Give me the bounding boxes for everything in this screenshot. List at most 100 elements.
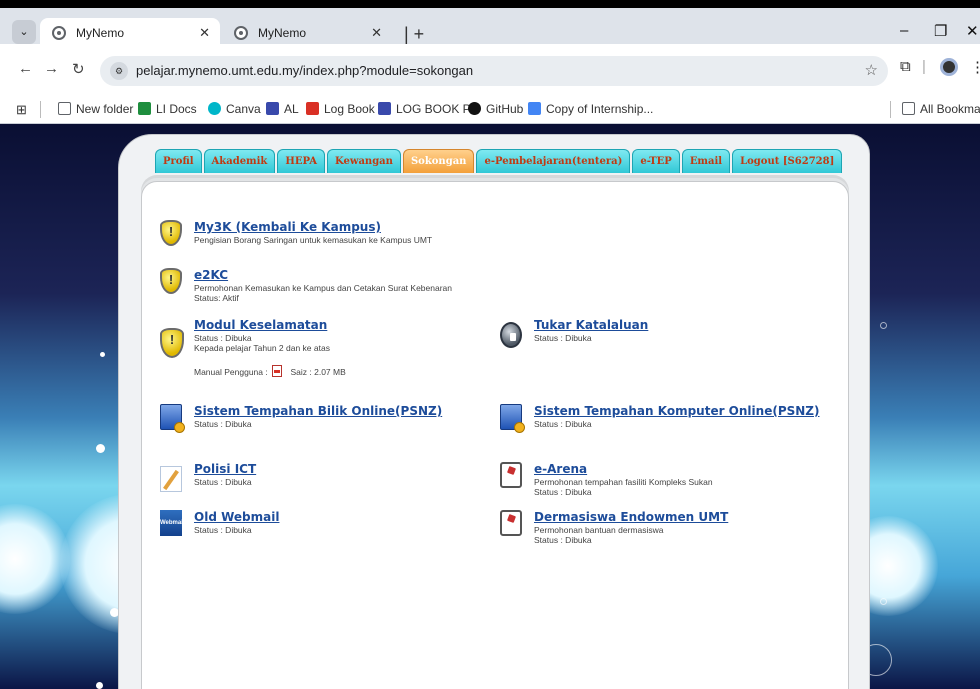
tab-search-button[interactable]: ⌄ — [12, 20, 36, 44]
service-description: Permohonan Kemasukan ke Kampus dan Cetak… — [194, 283, 452, 293]
service-status: Status : Dibuka — [534, 333, 592, 343]
bookmark-label: LOG BOOK P2 — [396, 102, 478, 116]
tab-logout[interactable]: Logout [S62728] — [732, 149, 843, 173]
close-window-button[interactable]: ✕ — [966, 22, 979, 40]
service-old-webmail: Webmail Old Webmail Status : Dibuka — [160, 510, 480, 540]
sheet-icon — [266, 102, 279, 115]
manual-row: Manual Pengguna : Saiz : 2.07 MB — [194, 365, 346, 377]
all-bookmarks-label: All Bookmarks — [920, 102, 980, 116]
back-button[interactable]: ← — [18, 60, 33, 77]
tab-e-pembelajaran[interactable]: e-Pembelajaran(tentera) — [476, 149, 631, 173]
service-e2kc: e2KC Permohonan Kemasukan ke Kampus dan … — [160, 268, 480, 308]
service-e-arena: e-Arena Permohonan tempahan fasiliti Kom… — [500, 462, 820, 502]
bookmark-log-book[interactable]: Log Book — [306, 102, 375, 116]
bookmark-label: New folder — [76, 102, 134, 116]
monitor-icon — [500, 510, 522, 536]
service-link[interactable]: My3K (Kembali Ke Kampus) — [194, 220, 381, 234]
bookmark-new-folder[interactable]: New folder — [58, 102, 133, 116]
service-link[interactable]: Polisi ICT — [194, 462, 256, 476]
service-status: Status : Dibuka — [194, 477, 252, 487]
apps-grid-icon[interactable]: ⊞ — [16, 102, 27, 118]
tab-email[interactable]: Email — [681, 149, 731, 173]
bookmark-al[interactable]: AL — [266, 102, 299, 116]
docs-icon — [138, 102, 151, 115]
tab-profil[interactable]: Profil — [155, 149, 202, 173]
service-status: Status : Dibuka — [534, 535, 592, 545]
folder-icon — [58, 102, 71, 115]
tab-e-tep[interactable]: e-TEP — [632, 149, 680, 173]
manual-label: Manual Pengguna : — [194, 367, 268, 377]
bookmark-label: GitHub — [486, 102, 524, 116]
github-icon — [468, 102, 481, 115]
shield-icon — [160, 220, 182, 246]
site-info-icon[interactable]: ⚙ — [110, 62, 128, 80]
service-description: Kepada pelajar Tahun 2 dan ke atas — [194, 343, 330, 353]
canva-icon — [208, 102, 221, 115]
restore-button[interactable]: ❐ — [934, 22, 947, 40]
mynemo-favicon-icon — [52, 26, 66, 40]
service-link[interactable]: Dermasiswa Endowmen UMT — [534, 510, 728, 524]
service-description: Pengisian Borang Saringan untuk kemasuka… — [194, 235, 433, 245]
tab-akademik[interactable]: Akademik — [203, 149, 276, 173]
shield-icon — [160, 268, 182, 294]
bookmark-label: LI Docs — [156, 102, 197, 116]
bookmark-li-docs[interactable]: LI Docs — [138, 102, 197, 116]
tab-hepa[interactable]: HEPA — [277, 149, 325, 173]
bookmark-label: AL — [284, 102, 299, 116]
service-status: Status : Dibuka — [194, 333, 252, 343]
service-link[interactable]: Tukar Katalaluan — [534, 318, 648, 332]
background-dot — [100, 352, 105, 357]
service-status: Status: Aktif — [194, 293, 239, 303]
service-dermasiswa: Dermasiswa Endowmen UMT Permohonan bantu… — [500, 510, 820, 550]
background-dot — [96, 444, 105, 453]
computer-icon — [160, 404, 185, 433]
service-link[interactable]: e2KC — [194, 268, 228, 282]
extensions-icon[interactable]: ⧉ — [900, 58, 911, 75]
mynemo-portal: Profil Akademik HEPA Kewangan Sokongan e-Pemb… — [118, 134, 870, 689]
background-ring — [880, 598, 887, 605]
service-tempahan-bilik: Sistem Tempahan Bilik Online(PSNZ) Statu… — [160, 404, 480, 434]
service-link[interactable]: Old Webmail — [194, 510, 279, 524]
bookmarks-bar: ⊞ New folder LI Docs Canva AL Log Book L… — [0, 96, 980, 124]
bookmark-github[interactable]: GitHub — [468, 102, 523, 116]
webmail-icon: Webmail — [160, 510, 185, 536]
service-status: Status : Dibuka — [194, 419, 252, 429]
browser-tab-title: MyNemo — [76, 26, 125, 40]
tab-strip: ⌄ MyNemo ✕ MyNemo ✕ | + – ❐ ✕ — [0, 0, 980, 52]
bookmark-label: Copy of Internship... — [546, 102, 654, 116]
bookmark-log-book-p2[interactable]: LOG BOOK P2 — [378, 102, 477, 116]
forms-icon — [528, 102, 541, 115]
minimize-button[interactable]: – — [900, 22, 908, 39]
service-link[interactable]: e-Arena — [534, 462, 587, 476]
mynemo-favicon-icon — [234, 26, 248, 40]
reload-button[interactable]: ↻ — [72, 60, 85, 78]
divider — [890, 101, 891, 118]
pdf-icon[interactable] — [272, 365, 283, 377]
bookmark-internship[interactable]: Copy of Internship... — [528, 102, 653, 116]
bookmark-star-icon[interactable]: ☆ — [865, 61, 878, 79]
tab-kewangan[interactable]: Kewangan — [327, 149, 401, 173]
pen-icon — [160, 466, 182, 492]
url-text[interactable]: pelajar.mynemo.umt.edu.my/index.php?modu… — [136, 63, 473, 78]
manual-size: Saiz : 2.07 MB — [290, 367, 346, 377]
new-tab-button[interactable]: | + — [404, 24, 424, 45]
computer-icon — [500, 404, 525, 433]
bookmark-canva[interactable]: Canva — [208, 102, 261, 116]
service-modul-keselamatan: Modul Keselamatan Status : Dibuka Kepada… — [160, 318, 480, 378]
bookmark-label: Canva — [226, 102, 261, 116]
address-row: ← → ↻ ⚙ pelajar.mynemo.umt.edu.my/index.… — [0, 44, 980, 96]
forward-button[interactable]: → — [44, 60, 59, 77]
tab-sokongan[interactable]: Sokongan — [402, 149, 475, 173]
all-bookmarks[interactable]: All Bookmarks — [902, 102, 980, 116]
menu-icon[interactable]: ⋮ — [970, 58, 980, 76]
profile-avatar[interactable] — [940, 58, 958, 76]
shield-icon — [160, 328, 184, 358]
service-link[interactable]: Modul Keselamatan — [194, 318, 327, 332]
service-link[interactable]: Sistem Tempahan Bilik Online(PSNZ) — [194, 404, 442, 418]
background-orb — [0, 504, 70, 614]
service-tempahan-komputer: Sistem Tempahan Komputer Online(PSNZ) St… — [500, 404, 820, 434]
address-bar[interactable]: ⚙ pelajar.mynemo.umt.edu.my/index.php?mo… — [100, 56, 888, 86]
divider — [40, 101, 41, 118]
service-link[interactable]: Sistem Tempahan Komputer Online(PSNZ) — [534, 404, 819, 418]
service-tukar-katalaluan: Tukar Katalaluan Status : Dibuka — [500, 318, 820, 348]
